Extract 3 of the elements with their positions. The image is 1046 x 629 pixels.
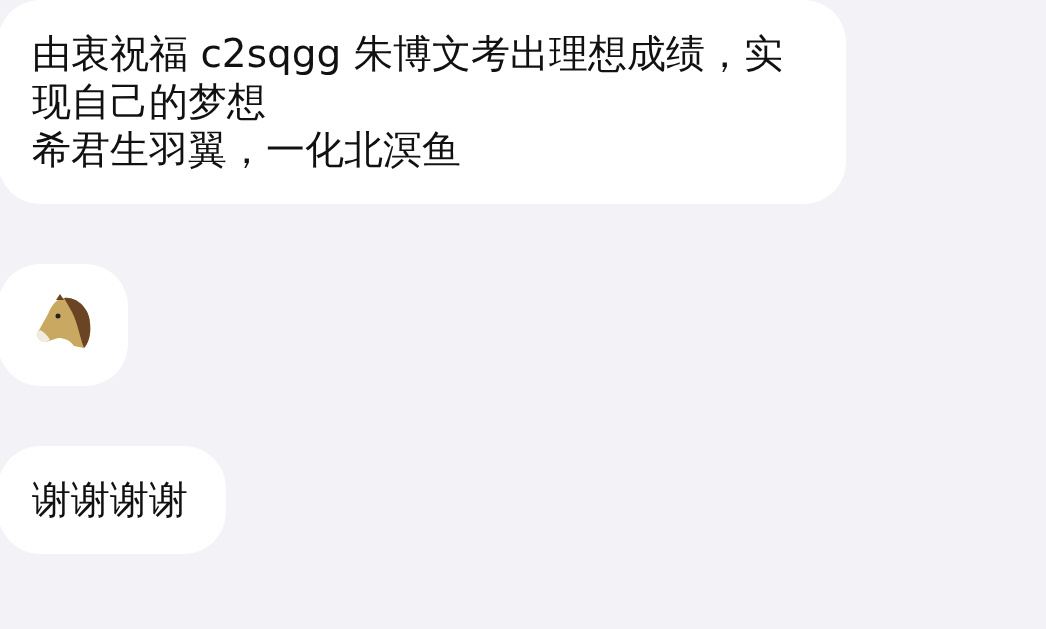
message-bubble: 谢谢谢谢: [0, 446, 226, 554]
message-text: 希君生羽翼，一化北溟鱼: [32, 126, 462, 174]
message-text: 由衷祝福 c2sqgg 朱博文考出理想成绩，实现自己的梦想: [32, 30, 784, 126]
